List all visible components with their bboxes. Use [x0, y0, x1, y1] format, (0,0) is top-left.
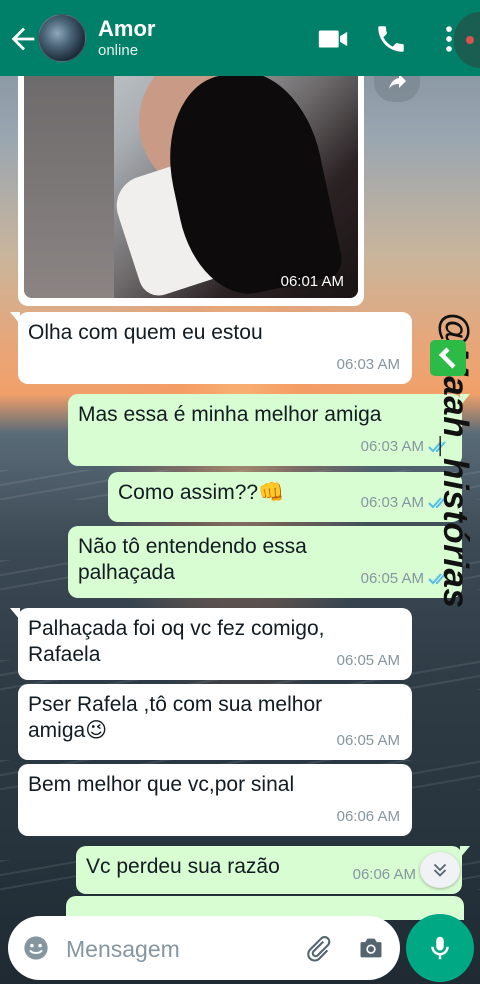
attach-icon[interactable]	[304, 934, 332, 962]
message-text: Bem melhor que vc,por sinal	[28, 773, 295, 796]
check-badge-icon	[430, 340, 466, 376]
message-time: 06:03 AM	[336, 356, 400, 373]
emoji-icon[interactable]	[22, 934, 50, 962]
video-call-icon[interactable]	[316, 22, 350, 56]
camera-icon[interactable]	[356, 934, 386, 962]
mic-button[interactable]	[406, 914, 474, 982]
message-text: Como assim??👊	[118, 481, 285, 504]
message-bubble-in[interactable]: Olha com quem eu estou 06:03 AM	[10, 312, 412, 384]
message-text: Vc perdeu sua razão	[86, 855, 280, 878]
message-time: 06:06 AM	[352, 866, 416, 883]
message-text: Pser Rafela ,tô com sua melhor amiga😉	[28, 693, 323, 742]
message-bubble-out[interactable]: Como assim??👊 06:03 AM	[108, 472, 462, 522]
message-input[interactable]: Mensagem	[66, 936, 180, 963]
message-bubble-out[interactable]: Não tô entendendo essa palhaçada 06:05 A…	[68, 526, 462, 598]
image-message-time: 06:01 AM	[280, 273, 344, 290]
phone-icon[interactable]	[374, 22, 408, 56]
image-message[interactable]: 06:01 AM	[18, 72, 364, 306]
watermark: @Maah_histórias	[436, 312, 475, 609]
message-bubble-in[interactable]: Pser Rafela ,tô com sua melhor amiga😉 06…	[18, 684, 412, 760]
contact-name[interactable]: Amor	[98, 16, 155, 42]
chat-header: Amor online	[0, 0, 480, 76]
scroll-down-button[interactable]	[420, 852, 460, 888]
microphone-icon	[431, 936, 449, 960]
message-text: Mas essa é minha melhor amiga	[78, 403, 382, 426]
message-bubble-in[interactable]: Bem melhor que vc,por sinal 06:06 AM	[18, 764, 412, 836]
message-bubble-out[interactable]: Mas essa é minha melhor amiga 06:03 AM	[68, 394, 470, 466]
message-time: 06:06 AM	[336, 808, 400, 825]
photo[interactable]: 06:01 AM	[24, 72, 358, 298]
message-time: 06:05 AM	[336, 652, 400, 669]
message-text: Palhaçada foi oq vc fez comigo, Rafaela	[28, 617, 325, 666]
screen-recorder-tab[interactable]	[454, 12, 480, 68]
back-arrow-icon[interactable]	[6, 22, 40, 56]
message-bubble-out[interactable]: Vc perdeu sua razão 06:06 AM	[76, 846, 470, 894]
message-time: 06:05 AM	[336, 732, 400, 749]
message-bubble-in[interactable]: Palhaçada foi oq vc fez comigo, Rafaela …	[10, 608, 412, 680]
double-chevron-down-icon	[433, 863, 447, 877]
contact-status: online	[98, 42, 139, 59]
message-time: 06:03 AM	[360, 438, 424, 455]
message-time: 06:03 AM	[360, 494, 424, 511]
message-input-bar[interactable]: Mensagem	[8, 916, 400, 980]
message-text: Olha com quem eu estou	[28, 321, 263, 344]
message-text: Não tô entendendo essa palhaçada	[78, 535, 307, 584]
avatar[interactable]	[38, 14, 86, 62]
message-time: 06:05 AM	[360, 570, 424, 587]
